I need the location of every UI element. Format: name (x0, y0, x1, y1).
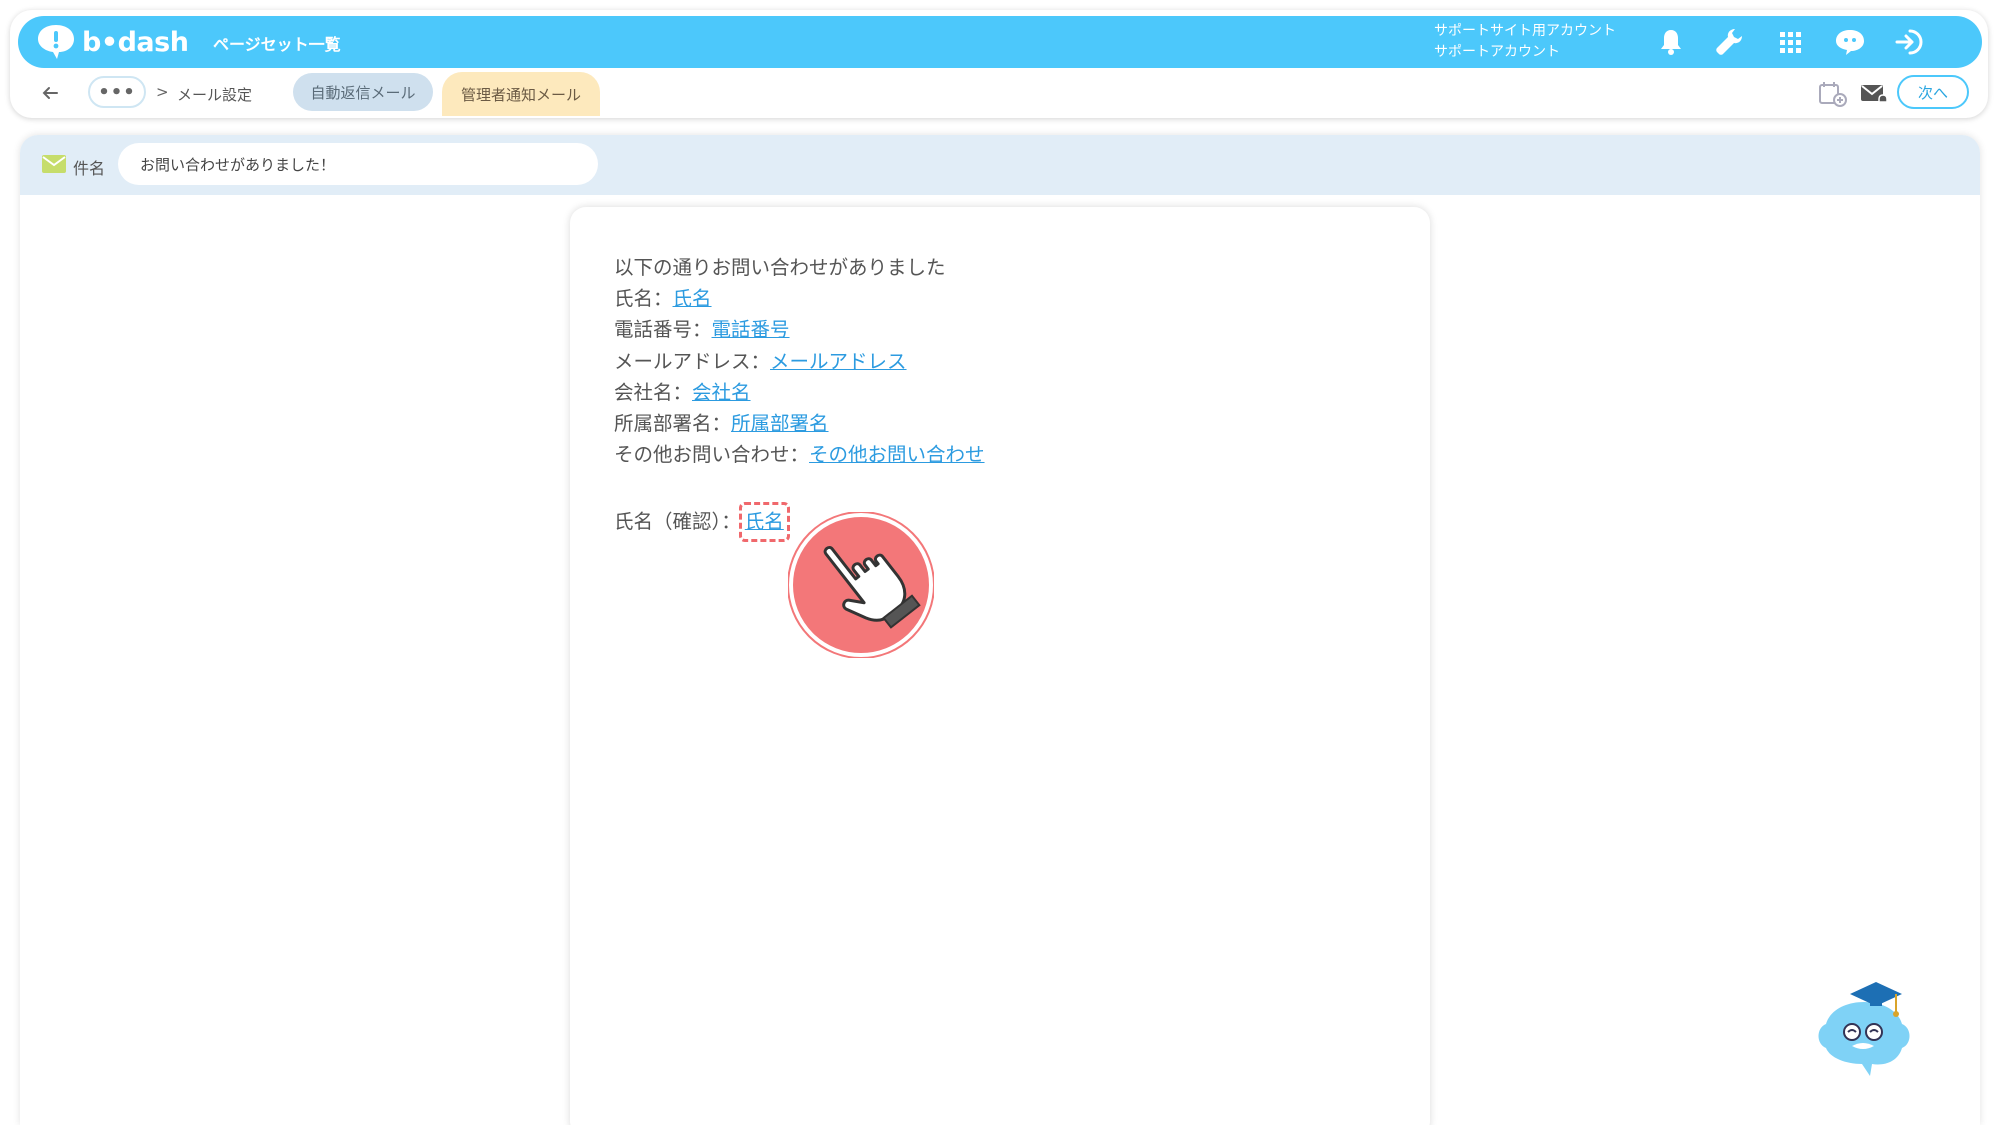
mail-blank-line (614, 470, 985, 501)
variable-link-department[interactable]: 所属部署名 (731, 412, 829, 435)
wrench-icon[interactable] (1713, 26, 1745, 58)
field-label: 所属部署名： (614, 411, 732, 435)
account-info[interactable]: サポートサイト用アカウント サポートアカウント (1434, 21, 1616, 63)
header-bar: b•dash ページセット一覧 サポートサイト用アカウント サポートアカウント (18, 16, 1982, 68)
field-label: 会社名： (614, 380, 693, 404)
mail-field-other: その他お問い合わせ：その他お問い合わせ (614, 439, 985, 470)
field-label: その他お問い合わせ： (614, 443, 810, 467)
variable-link-company[interactable]: 会社名 (692, 381, 751, 404)
account-name-secondary: サポートアカウント (1434, 44, 1560, 60)
subject-label: 件名 (73, 159, 106, 178)
back-arrow-icon[interactable] (38, 81, 62, 105)
subject-bar: 件名 お問い合わせがありました！ (20, 135, 1980, 195)
logo-text: b•dash (82, 26, 189, 58)
next-button[interactable]: 次へ (1897, 75, 1969, 109)
breadcrumb-separator: > (156, 83, 169, 101)
variable-link-name-confirm[interactable]: 氏名 (745, 510, 784, 533)
field-label: 電話番号： (614, 318, 712, 342)
page-set-list-link[interactable]: ページセット一覧 (213, 31, 341, 55)
mail-body-card[interactable]: 以下の通りお問い合わせがありました 氏名：氏名 電話番号：電話番号 メールアドレ… (570, 207, 1430, 1125)
variable-link-phone[interactable]: 電話番号 (712, 318, 790, 341)
logout-icon[interactable] (1893, 26, 1925, 58)
grid-icon[interactable] (1774, 26, 1806, 58)
breadcrumb-current: メール設定 (177, 86, 253, 104)
highlighted-variable[interactable]: 氏名 (738, 501, 790, 542)
mail-field-phone: 電話番号：電話番号 (614, 314, 985, 345)
tab-admin-notification-mail[interactable]: 管理者通知メール (442, 72, 600, 116)
field-label: メールアドレス： (614, 349, 771, 373)
subject-input[interactable]: お問い合わせがありました！ (118, 143, 598, 185)
calendar-check-icon[interactable] (1818, 80, 1848, 108)
chat-bot-icon[interactable] (1834, 26, 1866, 58)
field-label: 氏名： (614, 287, 673, 311)
mail-field-department: 所属部署名：所属部署名 (614, 408, 985, 439)
account-name-primary: サポートサイト用アカウント (1434, 23, 1616, 39)
field-label: 氏名（確認）： (614, 509, 741, 533)
assistant-mascot-icon[interactable] (1812, 978, 1916, 1082)
logo-icon (38, 25, 74, 59)
tab-auto-reply-mail[interactable]: 自動返信メール (293, 73, 433, 111)
bell-icon[interactable] (1655, 26, 1687, 58)
variable-link-email[interactable]: メールアドレス (770, 350, 907, 373)
variable-link-name[interactable]: 氏名 (673, 287, 712, 310)
mail-intro-line: 以下の通りお問い合わせがありました (614, 256, 946, 279)
mail-icon (42, 155, 66, 173)
mail-editor-workspace: 件名 お問い合わせがありました！ 以下の通りお問い合わせがありました 氏名：氏名… (20, 135, 1980, 1125)
mail-notify-icon[interactable] (1859, 80, 1889, 108)
variable-link-other[interactable]: その他お問い合わせ (809, 443, 985, 466)
breadcrumb-more-button[interactable]: ••• (88, 76, 146, 108)
mail-field-email: メールアドレス：メールアドレス (614, 346, 985, 377)
logo[interactable]: b•dash (36, 23, 189, 61)
mail-field-company: 会社名：会社名 (614, 377, 985, 408)
mail-body-text[interactable]: 以下の通りお問い合わせがありました 氏名：氏名 電話番号：電話番号 メールアドレ… (614, 252, 985, 542)
mail-field-name: 氏名：氏名 (614, 283, 985, 314)
tap-pointer-icon (788, 512, 934, 658)
